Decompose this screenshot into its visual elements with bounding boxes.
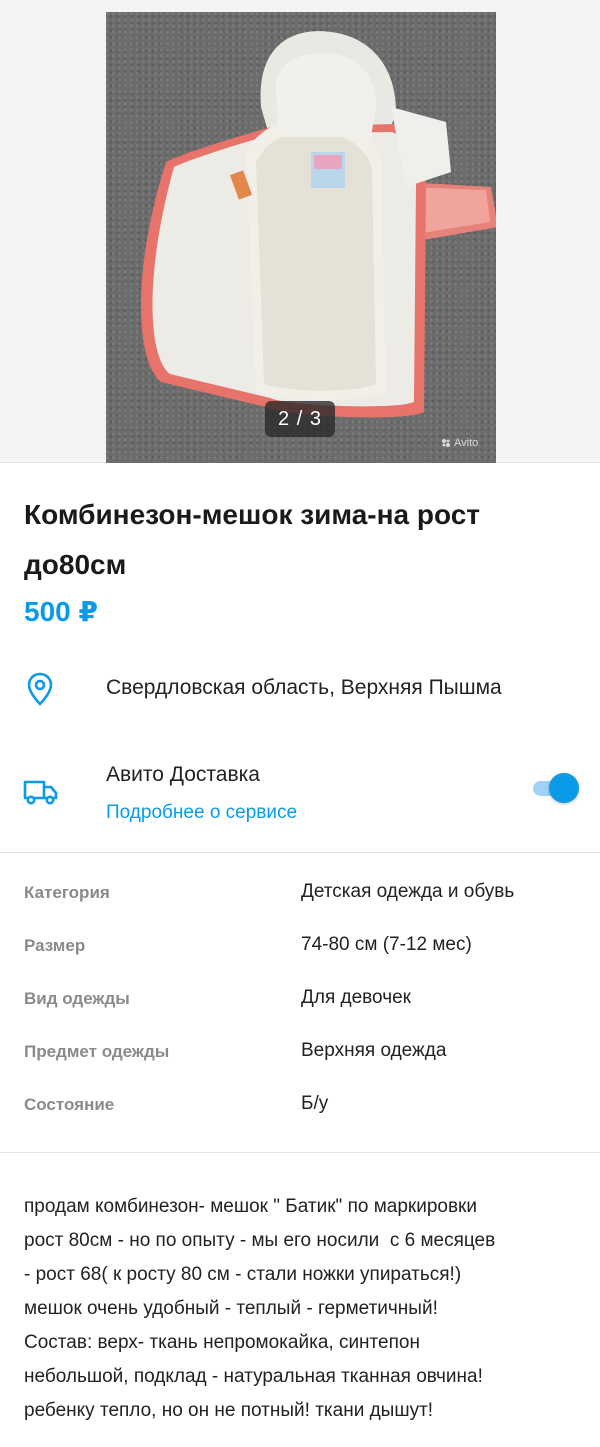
param-value: Б/у (301, 1093, 329, 1114)
snowsuit-illustration (141, 31, 496, 418)
param-value: Детская одежда и обувь (301, 881, 515, 902)
photo-gallery[interactable]: 2 / 3 Avito (0, 0, 600, 463)
param-label: Состояние (24, 1095, 115, 1114)
param-label: Размер (24, 936, 86, 955)
truck-icon (23, 778, 59, 813)
param-label: Предмет одежды (24, 1042, 170, 1061)
listing-title: Комбинезон-мешок зима-на рост до80см (24, 499, 480, 580)
location-text[interactable]: Свердловская область, Верхняя Пышма (106, 676, 502, 700)
listing-description: продам комбинезон- мешок " Батик" по мар… (24, 1196, 496, 1421)
watermark-text: Avito (454, 437, 479, 449)
divider (0, 852, 600, 853)
avito-watermark: Avito (441, 437, 478, 449)
location-pin-icon (27, 672, 53, 711)
listing-price: 500 ₽ (24, 596, 98, 627)
delivery-toggle[interactable] (531, 772, 579, 804)
listing-photo[interactable] (106, 12, 496, 463)
divider (0, 1152, 600, 1153)
delivery-title: Авито Доставка (106, 763, 260, 786)
param-value: Верхняя одежда (301, 1040, 447, 1061)
param-label: Категория (24, 883, 110, 902)
toggle-knob (549, 773, 579, 803)
param-label: Вид одежды (24, 989, 130, 1008)
param-value: Для девочек (301, 987, 411, 1008)
photo-counter: 2 / 3 (265, 401, 335, 437)
param-value: 74-80 см (7-12 мес) (301, 934, 472, 955)
avito-logo-icon (441, 438, 451, 448)
delivery-info-link[interactable]: Подробнее о сервисе (106, 802, 297, 824)
